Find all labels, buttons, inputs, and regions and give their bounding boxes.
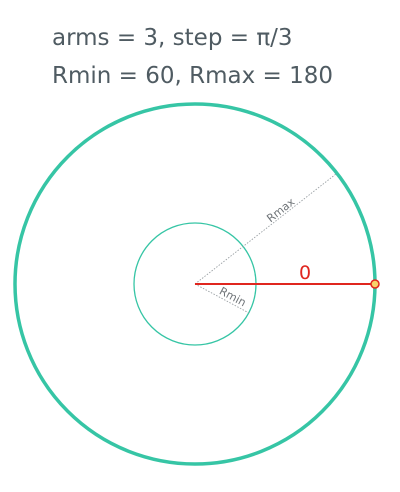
spiral-diagram: Rmax Rmin 0 [13,102,380,466]
rmin-label: Rmin [217,285,248,310]
arm-0-label: 0 [299,262,311,284]
rmax-guide-line [194,173,337,285]
arm-0-handle[interactable] [370,279,380,289]
rmax-label: Rmax [264,195,297,225]
